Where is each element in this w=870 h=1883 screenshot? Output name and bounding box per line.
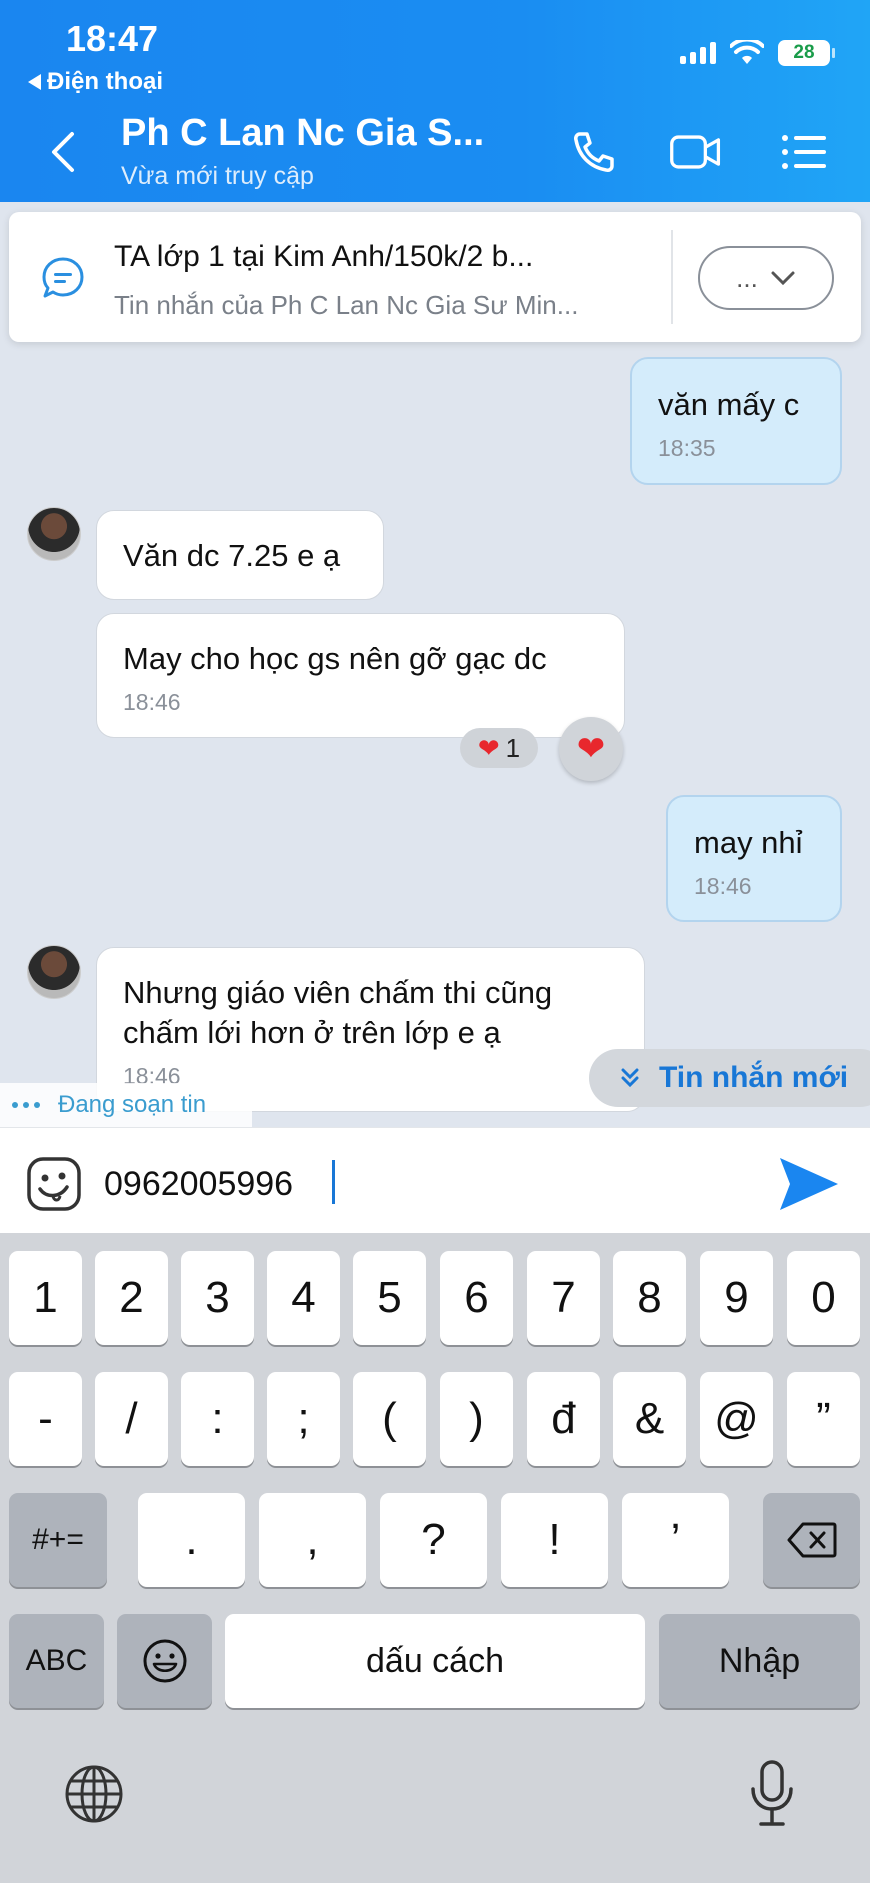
contact-avatar[interactable]	[27, 945, 81, 999]
video-call-icon[interactable]	[668, 128, 724, 176]
typing-label: Đang soạn tin	[58, 1091, 207, 1118]
key-3[interactable]: 3	[181, 1251, 254, 1345]
composer-bar	[0, 1127, 870, 1233]
key-quote[interactable]: ”	[787, 1372, 860, 1466]
key-comma[interactable]: ,	[259, 1493, 366, 1587]
message-incoming[interactable]: Văn dc 7.25 e ạ	[96, 510, 384, 600]
message-time: 18:46	[694, 873, 752, 899]
key-abc-toggle[interactable]: ABC	[9, 1614, 104, 1708]
contact-avatar[interactable]	[27, 507, 81, 561]
key-emoji[interactable]	[117, 1614, 212, 1708]
key-symbols-toggle[interactable]: #+=	[9, 1493, 107, 1587]
reaction-summary[interactable]: ❤ 1	[460, 728, 538, 768]
status-time: 18:47	[66, 18, 159, 59]
message-time: 18:46	[123, 689, 181, 715]
double-chevron-down-icon	[621, 1068, 639, 1088]
key-question[interactable]: ?	[380, 1493, 487, 1587]
key-ampersand[interactable]: &	[613, 1372, 686, 1466]
key-2[interactable]: 2	[95, 1251, 168, 1345]
contact-name[interactable]: Ph C Lan Nc Gia S...	[121, 112, 484, 155]
menu-list-icon[interactable]	[776, 128, 832, 176]
emoji-face-icon	[143, 1639, 186, 1683]
numeric-keyboard: 1 2 3 4 5 6 7 8 9 0 - / : ; ( ) đ & @ ” …	[0, 1233, 870, 1883]
message-incoming[interactable]: May cho học gs nên gỡ gạc dc 18:46	[96, 613, 625, 738]
key-7[interactable]: 7	[527, 1251, 600, 1345]
key-0[interactable]: 0	[787, 1251, 860, 1345]
message-outgoing[interactable]: văn mấy c 18:35	[630, 357, 842, 485]
key-open-paren[interactable]: (	[353, 1372, 426, 1466]
typing-dots-icon	[12, 1102, 40, 1108]
globe-icon[interactable]	[63, 1763, 125, 1825]
back-arrow-icon[interactable]	[44, 128, 84, 176]
message-text: may nhỉ	[694, 825, 803, 860]
key-backspace[interactable]	[763, 1493, 860, 1587]
chevron-down-icon	[771, 271, 795, 286]
pinned-expand-button[interactable]: ...	[698, 246, 834, 310]
key-9[interactable]: 9	[700, 1251, 773, 1345]
contact-status: Vừa mới truy cập	[121, 162, 314, 190]
key-apostrophe[interactable]: ’	[622, 1493, 729, 1587]
heart-icon: ❤	[477, 732, 500, 763]
message-text: văn mấy c	[658, 387, 800, 422]
react-button[interactable]: ❤	[559, 717, 623, 781]
cellular-signal-icon	[680, 42, 716, 64]
key-6[interactable]: 6	[440, 1251, 513, 1345]
typing-indicator: Đang soạn tin	[0, 1083, 252, 1127]
message-time: 18:35	[658, 435, 716, 461]
reaction-count: 1	[505, 732, 521, 763]
back-app-label: Điện thoại	[47, 68, 164, 95]
pinned-subtitle: Tin nhắn của Ph C Lan Nc Gia Sư Min...	[114, 290, 579, 320]
message-outgoing[interactable]: may nhỉ 18:46	[666, 795, 842, 922]
key-4[interactable]: 4	[267, 1251, 340, 1345]
message-text: May cho học gs nên gỡ gạc dc	[123, 641, 547, 676]
more-dots: ...	[736, 262, 758, 293]
key-semicolon[interactable]: ;	[267, 1372, 340, 1466]
pinned-message-card[interactable]: TA lớp 1 tại Kim Anh/150k/2 b... Tin nhắ…	[9, 212, 861, 342]
key-d-stroke[interactable]: đ	[527, 1372, 600, 1466]
back-triangle-icon	[28, 74, 41, 90]
key-space[interactable]: dấu cách	[225, 1614, 645, 1708]
battery-level: 28	[793, 42, 815, 63]
battery-icon: 28	[778, 40, 835, 66]
phone-call-icon[interactable]	[568, 128, 624, 176]
key-colon[interactable]: :	[181, 1372, 254, 1466]
heart-icon: ❤	[576, 730, 606, 768]
wifi-icon	[730, 40, 764, 64]
chat-header: 18:47 Điện thoại 28 Ph C Lan Nc Gia S...…	[0, 0, 870, 202]
key-enter[interactable]: Nhập	[659, 1614, 860, 1708]
send-icon[interactable]	[776, 1154, 842, 1214]
key-hyphen[interactable]: -	[9, 1372, 82, 1466]
sticker-emoji-icon[interactable]	[26, 1156, 82, 1212]
key-1[interactable]: 1	[9, 1251, 82, 1345]
status-icons: 28	[680, 40, 835, 66]
new-messages-button[interactable]: Tin nhắn mới	[589, 1049, 870, 1107]
message-text-line: chấm lới hơn ở trên lớp e ạ	[123, 1015, 501, 1050]
pinned-divider	[671, 230, 673, 324]
backspace-icon	[787, 1522, 836, 1558]
chat-bubble-icon	[42, 257, 84, 298]
text-caret	[332, 1160, 335, 1204]
key-5[interactable]: 5	[353, 1251, 426, 1345]
message-text-line: Nhưng giáo viên chấm thi cũng	[123, 975, 553, 1010]
message-text: Văn dc 7.25 e ạ	[123, 538, 341, 573]
key-at[interactable]: @	[700, 1372, 773, 1466]
pinned-title: TA lớp 1 tại Kim Anh/150k/2 b...	[114, 240, 534, 273]
key-exclamation[interactable]: !	[501, 1493, 608, 1587]
microphone-icon[interactable]	[748, 1759, 796, 1829]
key-period[interactable]: .	[138, 1493, 245, 1587]
new-messages-label: Tin nhắn mới	[659, 1061, 849, 1094]
key-close-paren[interactable]: )	[440, 1372, 513, 1466]
back-to-app-link[interactable]: Điện thoại	[28, 68, 163, 96]
message-input[interactable]	[104, 1156, 744, 1212]
key-8[interactable]: 8	[613, 1251, 686, 1345]
key-slash[interactable]: /	[95, 1372, 168, 1466]
